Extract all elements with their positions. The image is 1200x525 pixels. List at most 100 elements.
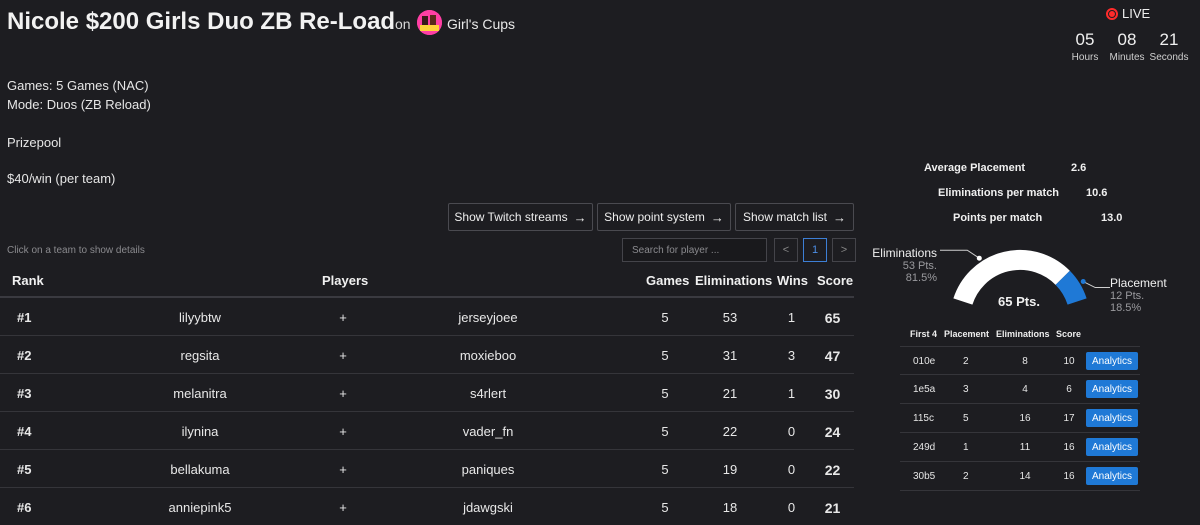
row-eliminations: 21 [722, 386, 738, 401]
prizepool-label: Prizepool [7, 135, 62, 150]
analytics-button[interactable]: Analytics [1086, 467, 1138, 485]
page-next-button[interactable]: > [832, 238, 856, 262]
row-plus: + [339, 386, 347, 401]
row-wins: 0 [787, 424, 796, 439]
analytics-button[interactable]: Analytics [1086, 438, 1138, 456]
first4-placement: 3 [963, 384, 969, 395]
row-games: 5 [661, 462, 669, 477]
first4-eliminations: 4 [1022, 384, 1028, 395]
show-match-list-label: Show match list [742, 210, 828, 224]
countdown-hours-value: 05 [1075, 30, 1095, 49]
analytics-button[interactable]: Analytics [1086, 409, 1138, 427]
first4-eliminations: 14 [1019, 471, 1031, 482]
points-per-match-label: Points per match [953, 212, 1043, 224]
row-rank: #2 [17, 348, 32, 363]
row-rank: #5 [17, 462, 32, 477]
table-row[interactable]: #3 melanitra + s4rlert 5 21 1 30 [0, 374, 854, 412]
page-current-button[interactable]: 1 [803, 238, 827, 262]
show-point-system-button[interactable]: Show point system → [597, 203, 731, 231]
first4-row: 115c 5 16 17 Analytics [900, 404, 1140, 433]
countdown-minutes-label: Minutes [1109, 52, 1145, 63]
row-score: 21 [824, 500, 841, 516]
row-games: 5 [661, 386, 669, 401]
first4-id: 1e5a [913, 384, 936, 395]
countdown-hours-label: Hours [1071, 52, 1099, 63]
analytics-button[interactable]: Analytics [1086, 380, 1138, 398]
show-twitch-streams-button[interactable]: Show Twitch streams → [448, 203, 593, 231]
row-wins: 1 [787, 386, 796, 401]
page-prev-button[interactable]: < [774, 238, 798, 262]
row-player1: melanitra [173, 386, 227, 401]
points-per-match-value: 13.0 [1101, 212, 1123, 224]
row-plus: + [339, 500, 347, 515]
first4-placement: 2 [963, 356, 969, 367]
first4-row: 249d 1 11 16 Analytics [900, 433, 1140, 462]
row-rank: #4 [17, 424, 32, 439]
cup-logo[interactable] [417, 10, 442, 35]
games-header: Games [646, 273, 690, 288]
live-indicator: LIVE [1106, 6, 1150, 21]
row-eliminations: 53 [722, 310, 738, 325]
row-games: 5 [661, 424, 669, 439]
on-label: on [395, 16, 411, 32]
table-row[interactable]: #1 lilyybtw + jerseyjoee 5 53 1 65 [0, 298, 854, 336]
row-wins: 3 [787, 348, 796, 363]
table-row[interactable]: #4 ilynina + vader_fn 5 22 0 24 [0, 412, 854, 450]
gauge-placement-points: 12 Pts. [1110, 290, 1145, 302]
analytics-button[interactable]: Analytics [1086, 352, 1138, 370]
row-player2: jerseyjoee [458, 310, 518, 325]
row-score: 24 [824, 424, 841, 440]
table-row[interactable]: #2 regsita + moxieboo 5 31 3 47 [0, 336, 854, 374]
row-eliminations: 19 [722, 462, 738, 477]
players-header: Players [322, 273, 369, 288]
show-match-list-button[interactable]: Show match list → [735, 203, 854, 231]
games-info: Games: 5 Games (NAC) [7, 78, 149, 93]
countdown-minutes: 08 Minutes [1106, 30, 1148, 63]
row-plus: + [339, 348, 347, 363]
table-row[interactable]: #5 bellakuma + paniques 5 19 0 22 [0, 450, 854, 488]
countdown-seconds-value: 21 [1159, 30, 1179, 49]
rank-header: Rank [12, 273, 44, 288]
avg-placement-value: 2.6 [1071, 162, 1087, 174]
first4-placement: 2 [963, 471, 969, 482]
row-player2: moxieboo [459, 348, 517, 363]
first4-placement: 5 [963, 413, 969, 424]
row-rank: #3 [17, 386, 32, 401]
arrow-right-icon: → [710, 209, 724, 225]
first4-score: 16 [1063, 471, 1075, 482]
countdown-hours: 05 Hours [1064, 30, 1106, 63]
first4-eliminations: 16 [1019, 413, 1031, 424]
live-dot-icon [1106, 7, 1118, 20]
placement-leader-line [1082, 281, 1110, 289]
first4-row: 1e5a 3 4 6 Analytics [900, 375, 1140, 404]
table-row[interactable]: #6 anniepink5 + jdawgski 5 18 0 21 [0, 488, 854, 525]
gauge-placement-label: Placement [1110, 276, 1167, 290]
first4-placement-header: Placement [944, 329, 990, 339]
elims-per-match-label: Eliminations per match [938, 187, 1060, 199]
row-games: 5 [661, 310, 669, 325]
row-player1: bellakuma [170, 462, 230, 477]
first4-eliminations: 8 [1022, 356, 1028, 367]
row-games: 5 [661, 348, 669, 363]
elims-per-match-value: 10.6 [1086, 187, 1108, 199]
row-player2: s4rlert [469, 386, 507, 401]
arrow-right-icon: → [833, 209, 847, 225]
gauge-placement-percent: 18.5% [1110, 302, 1142, 314]
live-label: LIVE [1122, 6, 1151, 21]
show-twitch-streams-label: Show Twitch streams [454, 210, 568, 224]
gauge-total: 65 Pts. [998, 294, 1040, 309]
score-header: Score [817, 273, 854, 288]
row-wins: 0 [787, 500, 796, 515]
first4-score: 16 [1063, 442, 1075, 453]
player-search-input[interactable] [622, 238, 767, 262]
placement-marker [1080, 279, 1086, 285]
row-wins: 1 [787, 310, 796, 325]
cup-name-link[interactable]: Girl's Cups [447, 16, 515, 32]
countdown-seconds-label: Seconds [1149, 52, 1189, 63]
mode-info: Mode: Duos (ZB Reload) [7, 97, 151, 112]
first4-score: 6 [1066, 384, 1072, 395]
row-score: 30 [824, 386, 841, 402]
row-player2: jdawgski [463, 500, 513, 515]
table-hint: Click on a team to show details [7, 245, 145, 256]
gauge-placement-arc [1055, 270, 1087, 305]
